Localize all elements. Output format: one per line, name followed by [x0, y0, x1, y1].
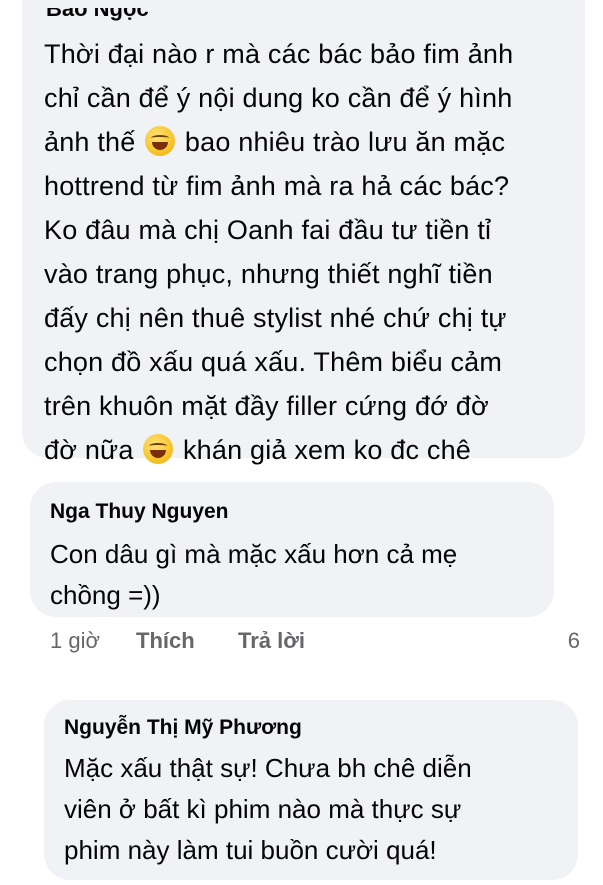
comment-author[interactable]: Nga Thuy Nguyen [50, 500, 229, 524]
comment-text: Mặc xấu thật sự! Chưa bh chê diễn viên ở… [64, 753, 472, 865]
comments-thread: Bảo Ngọc Thời đại nào r mà các bác bảo f… [0, 0, 603, 885]
face-with-tears-of-joy-emoji [143, 434, 174, 464]
like-button[interactable]: Thích [136, 628, 195, 654]
comment-text: Con dâu gì mà mặc xấu hơn cả mẹ chồng =)… [50, 539, 458, 610]
comment-bubble: Nga Thuy Nguyen Con dâu gì mà mặc xấu hơ… [30, 482, 554, 617]
reply-button[interactable]: Trả lời [238, 628, 305, 654]
comment-timestamp[interactable]: 1 giờ [50, 628, 100, 654]
reaction-count[interactable]: 6 [568, 628, 580, 654]
comment-bubble: Nguyễn Thị Mỹ Phương Mặc xấu thật sự! Ch… [44, 700, 578, 880]
comment-text: Thời đại nào r mà các bác bảo fim ảnh ch… [44, 39, 514, 465]
comment-author-cutoff[interactable]: Bảo Ngọc [46, 8, 176, 22]
comment-bubble: Bảo Ngọc Thời đại nào r mà các bác bảo f… [22, 0, 585, 465]
comment-actions: 1 giờ Thích Trả lời 6 [50, 628, 580, 658]
rolling-on-floor-laughing-emoji [145, 126, 176, 156]
comment-author[interactable]: Nguyễn Thị Mỹ Phương [64, 716, 302, 740]
